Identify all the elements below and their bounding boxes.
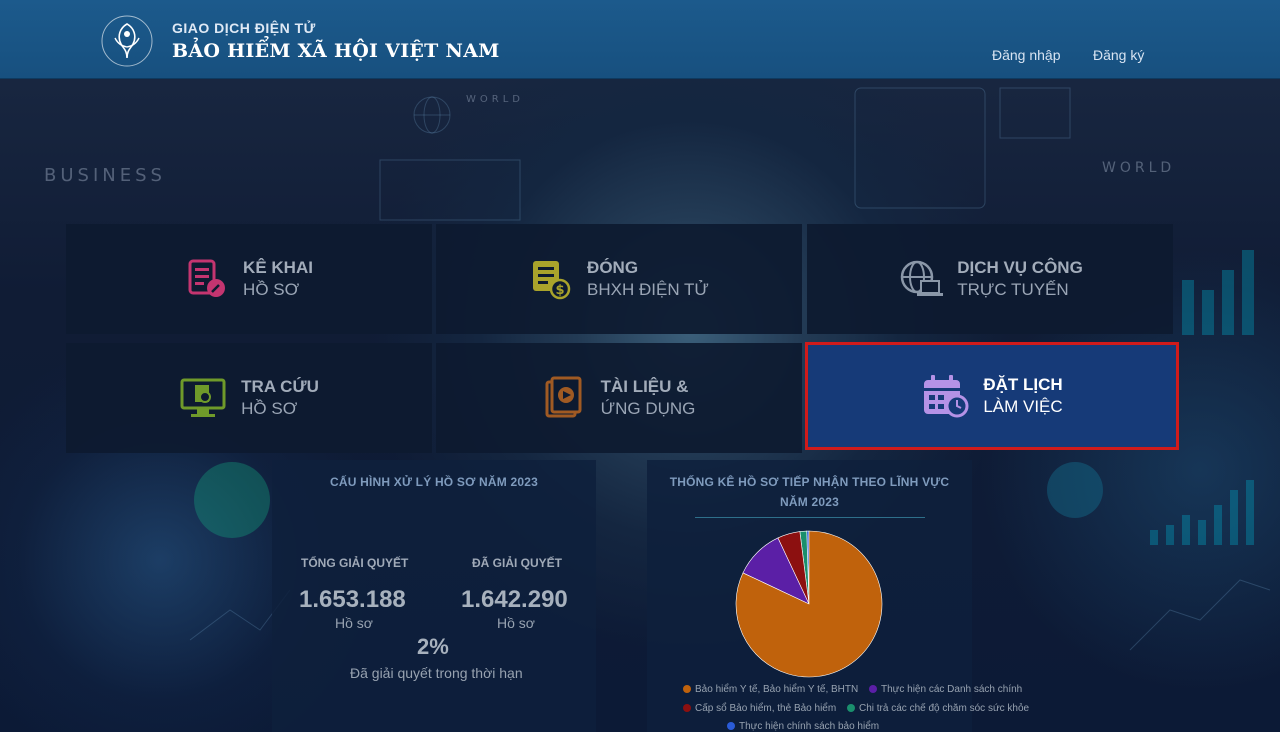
tile-label-line2: HỒ SƠ [241,399,298,418]
login-link[interactable]: Đăng nhập [992,47,1061,63]
top-header: GIAO DỊCH ĐIỆN TỬ BẢO HIỂM XÃ HỘI VIỆT N… [0,0,1280,79]
legend-dot [683,685,691,694]
calendar-clock-icon [924,375,969,418]
solved-unit: Hồ sơ [497,615,535,631]
stats-panel: THỐNG KÊ HỒ SƠ TIẾP NHẬN THEO LĨNH VỰC N… [647,460,1029,732]
brand-title: BẢO HIỂM XÃ HỘI VIỆT NAM [172,40,500,62]
percent-value: 2% [417,634,449,659]
solved-label: ĐÃ GIẢI QUYẾT [472,556,563,570]
legend-dot [727,722,735,731]
legend-item[interactable]: Chi trả các chế độ chăm sóc sức khỏe [847,703,1029,714]
tile-label-line1: TRA CỨU [241,377,319,396]
tile-label-line1: ĐẶT LỊCH [983,375,1063,394]
processing-panel: CẤU HÌNH XỬ LÝ HỒ SƠ NĂM 2023 TỔNG GIẢI … [272,460,596,732]
money-document-icon: $ [533,261,571,300]
document-edit-icon [188,259,226,297]
total-unit: Hồ sơ [335,615,373,631]
processing-title: CẤU HÌNH XỬ LÝ HỒ SƠ NĂM 2023 [329,475,539,489]
tile-ke-khai-ho-so[interactable]: KÊ KHAI HỒ SƠ [66,224,432,334]
register-link[interactable]: Đăng ký [1093,47,1144,63]
legend-item[interactable]: Bảo hiểm Y tế, Bảo hiểm Y tế, BHTN [683,684,858,695]
solved-value: 1.642.290 [461,586,568,613]
svg-text:$: $ [556,283,565,298]
globe-laptop-icon [900,260,944,296]
legend-dot [869,685,877,694]
tile-dich-vu-cong[interactable]: DỊCH VỤ CÔNG TRỰC TUYẾN [807,224,1173,334]
media-book-icon [545,376,582,418]
legend-label: Chi trả các chế độ chăm sóc sức khỏe [859,703,1030,714]
tile-dat-lich-lam-viec[interactable]: ĐẶT LỊCH LÀM VIỆC [805,342,1179,450]
tile-label-line1: ĐÓNG [587,258,639,277]
total-value: 1.653.188 [299,586,406,613]
legend-label: Bảo hiểm Y tế, Bảo hiểm Y tế, BHTN [695,684,859,695]
tile-label-line1: KÊ KHAI [243,258,313,277]
tile-tra-cuu-ho-so[interactable]: TRA CỨU HỒ SƠ [66,343,432,453]
tile-label-line2: BHXH ĐIỆN TỬ [587,280,709,299]
legend-label: Thực hiện các Danh sách chính [881,684,1023,695]
total-label: TỔNG GIẢI QUYẾT [301,556,409,570]
legend-dot [847,704,855,713]
tile-dong-bhxh[interactable]: $ ĐÓNG BHXH ĐIỆN TỬ [436,224,802,334]
legend-dot [683,704,691,713]
legend-item[interactable]: Thực hiện các Danh sách chính [869,684,1022,695]
tile-label-line1: TÀI LIỆU & [600,377,689,396]
legend-item[interactable]: Cấp sổ Bảo hiểm, thẻ Bảo hiểm [683,703,836,714]
legend-label: Thực hiện chính sách bảo hiểm [739,721,880,732]
monitor-search-icon [180,378,226,417]
brand-subtitle: GIAO DỊCH ĐIỆN TỬ [172,20,316,36]
tile-label-line2: HỒ SƠ [243,280,300,299]
legend-label: Cấp sổ Bảo hiểm, thẻ Bảo hiểm [695,703,837,714]
tile-label-line2: TRỰC TUYẾN [957,280,1069,299]
tile-label-line2: ỨNG DỤNG [600,399,696,418]
percent-label: Đã giải quyết trong thời hạn [350,665,523,681]
tile-label-line1: DỊCH VỤ CÔNG [957,258,1083,277]
legend-item[interactable]: Thực hiện chính sách bảo hiểm [727,721,879,732]
tile-tai-lieu-ung-dung[interactable]: TÀI LIỆU & ỨNG DỤNG [436,343,802,453]
bhxh-logo[interactable] [100,14,154,68]
tile-label-line2: LÀM VIỆC [983,397,1063,416]
